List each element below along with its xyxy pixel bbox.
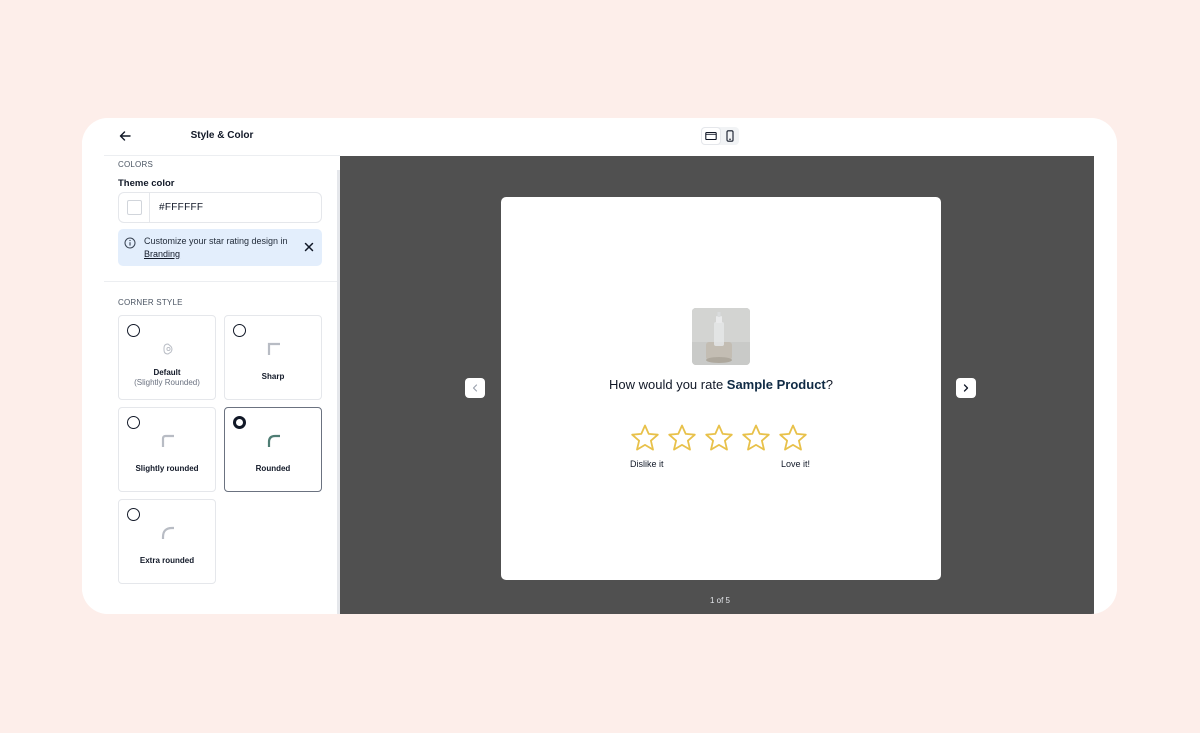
rounded-corner-icon	[267, 434, 280, 447]
star-rating	[630, 423, 814, 453]
preview-canvas: How would you rate Sample Product? Disli…	[340, 156, 1094, 614]
mobile-view-button[interactable]	[721, 128, 739, 144]
rating-card: How would you rate Sample Product? Disli…	[501, 197, 941, 580]
radio-rounded[interactable]	[233, 416, 246, 429]
corner-style-section-label: CORNER STYLE	[118, 298, 183, 307]
mobile-icon	[726, 130, 734, 142]
info-icon	[124, 237, 136, 249]
product-image	[692, 308, 750, 365]
slightly-rounded-corner-icon	[161, 434, 174, 447]
corner-option-slightly-rounded[interactable]: Slightly rounded	[118, 407, 216, 492]
star-icon-5[interactable]	[778, 423, 808, 453]
previous-button[interactable]	[465, 378, 485, 398]
corner-option-default[interactable]: Default (Slightly Rounded)	[118, 315, 216, 400]
chevron-right-icon	[963, 384, 969, 392]
card-label: Rounded	[255, 464, 291, 473]
card-sublabel: (Slightly Rounded)	[134, 378, 200, 387]
close-icon[interactable]	[304, 242, 314, 252]
high-rating-label: Love it!	[781, 459, 811, 469]
card-label: Sharp	[261, 372, 285, 381]
page-indicator: 1 of 5	[709, 596, 730, 605]
question-suffix: ?	[825, 377, 833, 392]
sidebar-header: Style & Color	[104, 118, 340, 156]
star-icon-1[interactable]	[630, 423, 660, 453]
radio-extra-rounded[interactable]	[127, 508, 140, 521]
branding-link[interactable]: Branding	[144, 249, 180, 259]
settings-sidebar: Style & Color COLORS Theme color #FFFFFF…	[82, 118, 340, 614]
desktop-view-button[interactable]	[702, 128, 720, 144]
device-toggle	[701, 127, 739, 145]
preview-toolbar	[340, 118, 1117, 156]
radio-slightly-rounded[interactable]	[127, 416, 140, 429]
info-message: Customize your star rating design in	[144, 236, 288, 246]
question-prefix: How would you rate	[609, 377, 727, 392]
sharp-corner-icon	[267, 342, 280, 355]
theme-color-value[interactable]: #FFFFFF	[159, 202, 203, 213]
colors-section-label: COLORS	[118, 160, 153, 169]
card-label: Slightly rounded	[135, 464, 199, 473]
corner-option-sharp[interactable]: Sharp	[224, 315, 322, 400]
star-icon-2[interactable]	[667, 423, 697, 453]
section-divider	[104, 281, 340, 282]
card-label: Default	[153, 368, 181, 377]
info-banner: Customize your star rating design in Bra…	[118, 229, 322, 266]
color-swatch-box[interactable]	[119, 193, 150, 222]
color-swatch[interactable]	[127, 200, 142, 215]
default-style-icon	[163, 343, 173, 355]
preview-right-margin	[1094, 156, 1117, 614]
next-button[interactable]	[956, 378, 976, 398]
desktop-icon	[705, 131, 717, 141]
sidebar-title: Style & Color	[190, 130, 254, 141]
theme-color-label: Theme color	[118, 178, 175, 189]
radio-sharp[interactable]	[233, 324, 246, 337]
radio-default[interactable]	[127, 324, 140, 337]
corner-option-extra-rounded[interactable]: Extra rounded	[118, 499, 216, 584]
extra-rounded-corner-icon	[161, 526, 174, 539]
product-name: Sample Product	[726, 377, 826, 392]
card-label: Extra rounded	[139, 556, 195, 565]
rating-question: How would you rate Sample Product?	[501, 377, 941, 392]
theme-color-field[interactable]: #FFFFFF	[118, 192, 322, 223]
app-window: Style & Color COLORS Theme color #FFFFFF…	[82, 118, 1117, 614]
corner-option-rounded[interactable]: Rounded	[224, 407, 322, 492]
star-icon-4[interactable]	[741, 423, 771, 453]
info-text: Customize your star rating design in Bra…	[144, 235, 294, 260]
chevron-left-icon	[472, 384, 478, 392]
star-icon-3[interactable]	[704, 423, 734, 453]
low-rating-label: Dislike it	[630, 459, 664, 469]
product-photo	[692, 308, 750, 365]
